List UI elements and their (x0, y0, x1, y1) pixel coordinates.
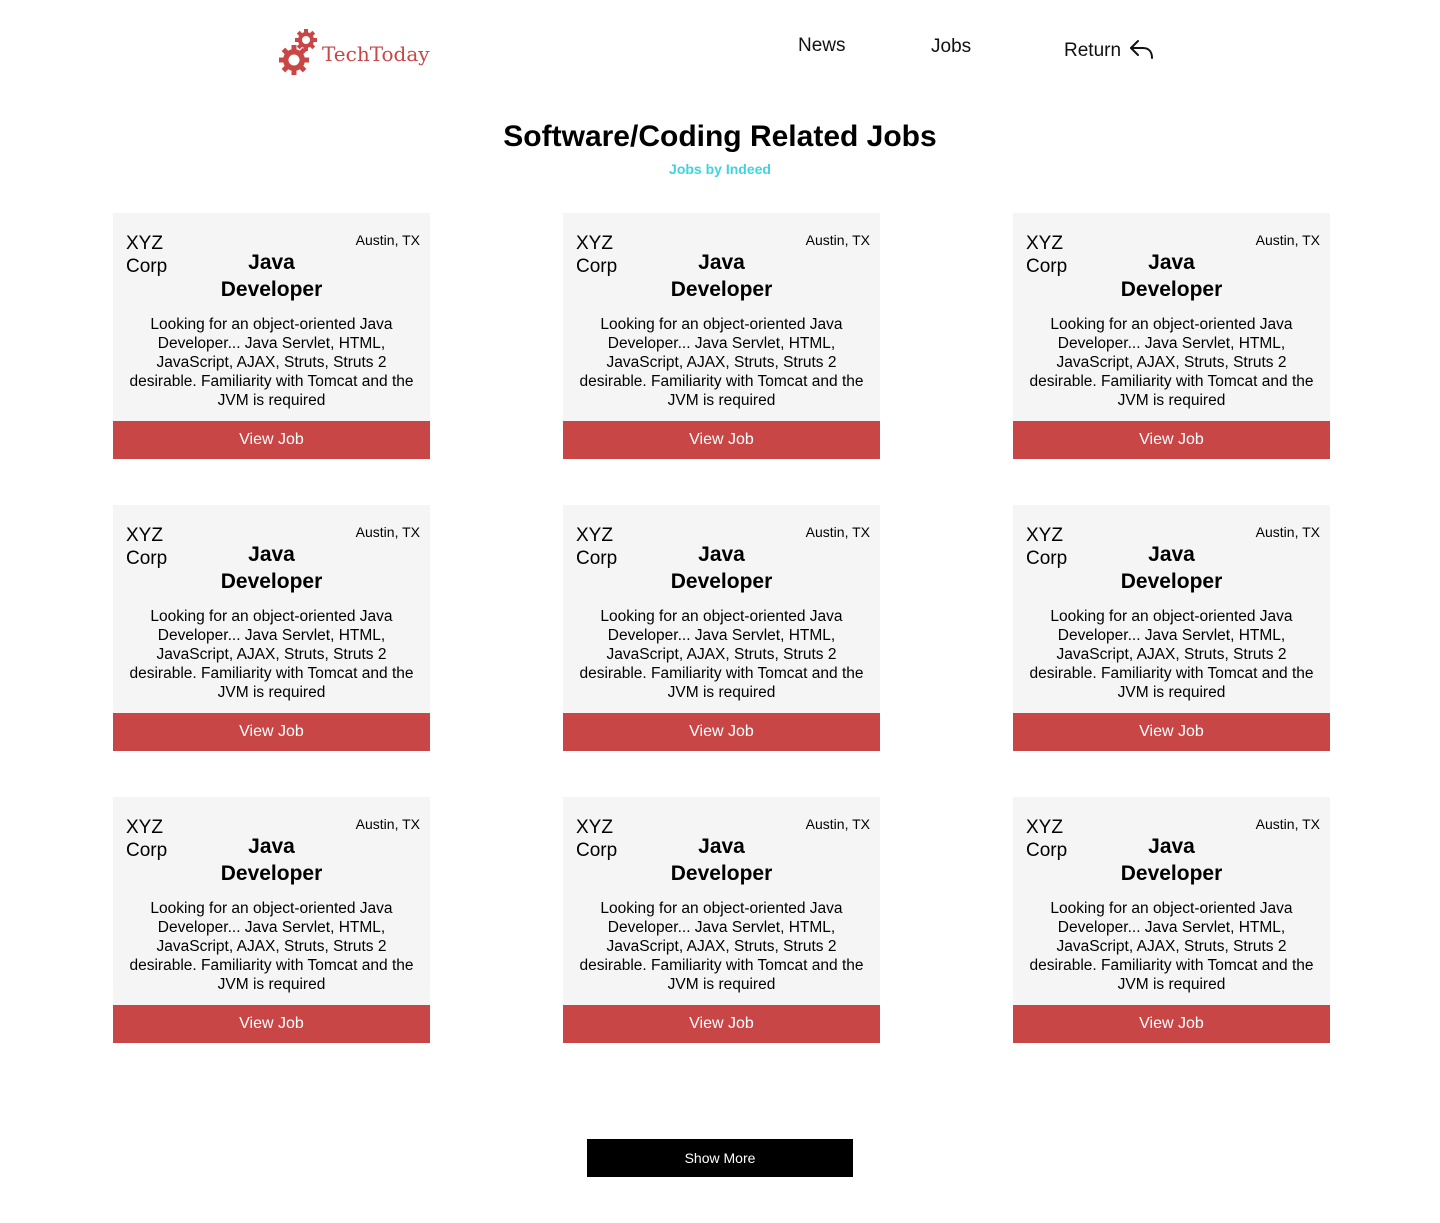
job-location: Austin, TX (355, 524, 420, 540)
job-title-text: Java Developer (220, 543, 323, 593)
nav-news-link[interactable]: News (798, 35, 846, 57)
view-job-button[interactable]: View Job (113, 1005, 430, 1043)
nav-return-link[interactable]: Return (1064, 36, 1155, 66)
job-description: Looking for an object-oriented Java Deve… (1029, 316, 1314, 409)
view-job-button[interactable]: View Job (113, 713, 430, 751)
view-job-button[interactable]: View Job (1013, 1005, 1330, 1043)
job-title: Java Developer (113, 249, 430, 303)
view-job-button[interactable]: View Job (563, 421, 880, 459)
job-card: XYZ Corp Austin, TX Java Developer Looki… (113, 213, 430, 459)
nav-jobs-link[interactable]: Jobs (931, 36, 971, 58)
job-location: Austin, TX (355, 816, 420, 832)
job-title-text: Java Developer (670, 543, 773, 593)
page-subtitle[interactable]: Jobs by Indeed (0, 161, 1440, 177)
job-grid: XYZ Corp Austin, TX Java Developer Looki… (113, 213, 1330, 1043)
nav-return-label: Return (1064, 40, 1122, 61)
job-title-text: Java Developer (220, 251, 323, 301)
job-description: Looking for an object-oriented Java Deve… (1029, 900, 1314, 993)
job-title-text: Java Developer (1120, 543, 1223, 593)
job-description: Looking for an object-oriented Java Deve… (579, 900, 864, 993)
job-title-text: Java Developer (1120, 835, 1223, 885)
job-card: XYZ Corp Austin, TX Java Developer Looki… (563, 505, 880, 751)
job-title: Java Developer (113, 541, 430, 595)
logo[interactable]: TechToday (276, 27, 430, 77)
job-title: Java Developer (1013, 541, 1330, 595)
job-card: XYZ Corp Austin, TX Java Developer Looki… (563, 213, 880, 459)
job-location: Austin, TX (805, 232, 870, 248)
job-description: Looking for an object-oriented Java Deve… (129, 316, 414, 409)
job-card: XYZ Corp Austin, TX Java Developer Looki… (113, 505, 430, 751)
job-card: XYZ Corp Austin, TX Java Developer Looki… (1013, 797, 1330, 1043)
job-description: Looking for an object-oriented Java Deve… (129, 900, 414, 993)
job-description: Looking for an object-oriented Java Deve… (1029, 608, 1314, 701)
job-title-text: Java Developer (1120, 251, 1223, 301)
job-description: Looking for an object-oriented Java Deve… (129, 608, 414, 701)
job-title: Java Developer (113, 833, 430, 887)
job-location: Austin, TX (1255, 816, 1320, 832)
view-job-button[interactable]: View Job (113, 421, 430, 459)
job-card: XYZ Corp Austin, TX Java Developer Looki… (1013, 505, 1330, 751)
job-title: Java Developer (1013, 249, 1330, 303)
gears-icon (276, 27, 320, 77)
job-title: Java Developer (563, 541, 880, 595)
job-card: XYZ Corp Austin, TX Java Developer Looki… (113, 797, 430, 1043)
job-description: Looking for an object-oriented Java Deve… (579, 316, 864, 409)
view-job-button[interactable]: View Job (563, 1005, 880, 1043)
page-title: Software/Coding Related Jobs (503, 120, 937, 153)
job-title-text: Java Developer (670, 835, 773, 885)
job-title: Java Developer (563, 249, 880, 303)
job-location: Austin, TX (355, 232, 420, 248)
job-description: Looking for an object-oriented Java Deve… (579, 608, 864, 701)
view-job-button[interactable]: View Job (563, 713, 880, 751)
job-card: XYZ Corp Austin, TX Java Developer Looki… (1013, 213, 1330, 459)
job-title-text: Java Developer (670, 251, 773, 301)
show-more-button[interactable]: Show More (587, 1139, 853, 1177)
view-job-button[interactable]: View Job (1013, 713, 1330, 751)
job-title-text: Java Developer (220, 835, 323, 885)
job-title: Java Developer (1013, 833, 1330, 887)
page: TechToday News Jobs Return Software/Codi… (0, 0, 1440, 1223)
job-location: Austin, TX (805, 524, 870, 540)
job-location: Austin, TX (1255, 232, 1320, 248)
job-location: Austin, TX (1255, 524, 1320, 540)
job-title: Java Developer (563, 833, 880, 887)
job-card: XYZ Corp Austin, TX Java Developer Looki… (563, 797, 880, 1043)
logo-text: TechToday (322, 42, 430, 66)
view-job-button[interactable]: View Job (1013, 421, 1330, 459)
job-location: Austin, TX (805, 816, 870, 832)
reply-arrow-icon (1121, 36, 1155, 66)
